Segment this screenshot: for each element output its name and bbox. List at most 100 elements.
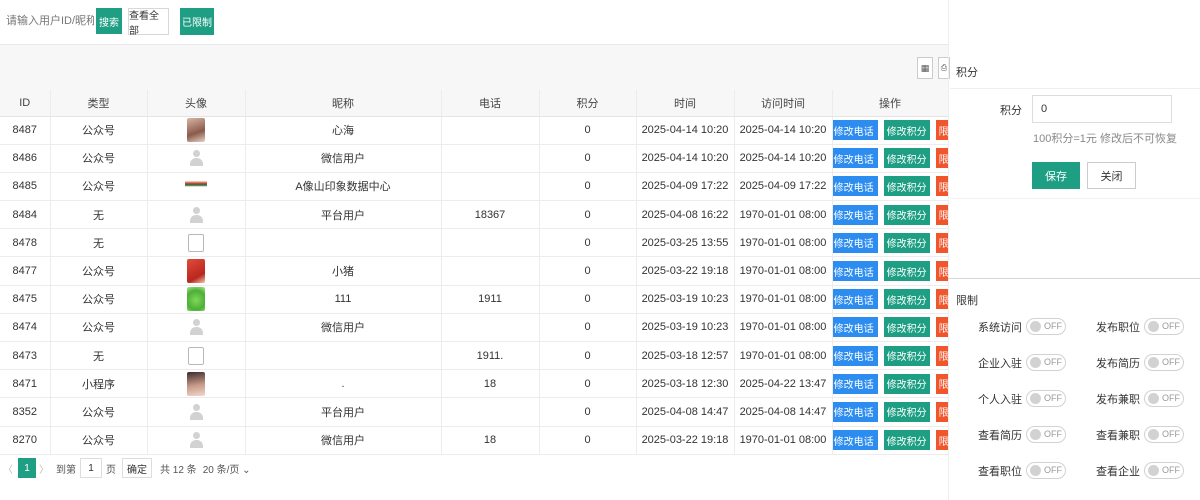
edit-phone-button[interactable]: ✓ 修改电话 <box>832 430 878 451</box>
close-button[interactable]: 关闭 <box>1087 162 1136 189</box>
points-input[interactable] <box>1032 95 1172 123</box>
cell-type: 无 <box>50 228 148 258</box>
edit-phone-button[interactable]: ✓ 修改电话 <box>832 204 878 225</box>
edit-points-button[interactable]: 修改积分 <box>883 261 930 282</box>
cell-id: 8484 <box>0 200 51 230</box>
page-size-select[interactable]: 20 条/页 ⌄ <box>203 461 251 476</box>
limit-button[interactable]: 限制 <box>935 261 947 282</box>
goto-confirm-button[interactable]: 确定 <box>122 458 152 478</box>
table-row: 8485 公众号 A像山印象数据中心 0 2025-04-09 17:22 2025-04… <box>0 172 949 202</box>
edit-points-button[interactable]: 修改积分 <box>883 317 930 338</box>
toggle-state: OFF <box>1162 393 1180 403</box>
edit-phone-button[interactable]: ✓ 修改电话 <box>832 317 878 338</box>
limit-toggle-row: 企业入驻 OFF <box>974 354 1066 371</box>
limit-button[interactable]: 限制 <box>935 317 947 338</box>
cell-type: 公众号 <box>50 285 148 314</box>
edit-points-button[interactable]: 修改积分 <box>883 430 930 451</box>
goto-page-input[interactable] <box>80 458 102 478</box>
edit-phone-button[interactable]: ✓ 修改电话 <box>832 261 878 282</box>
cell-id: 8477 <box>0 256 51 286</box>
cell-nickname: 微信用户 <box>245 144 442 173</box>
edit-points-button[interactable]: 修改积分 <box>883 232 930 253</box>
edit-phone-button[interactable]: ✓ 修改电话 <box>832 345 878 366</box>
toggle-label: 个人入驻 <box>978 393 1022 406</box>
cell-id: 8270 <box>0 426 51 455</box>
limit-button[interactable]: 限制 <box>935 401 947 422</box>
limit-button[interactable]: 限制 <box>935 289 947 310</box>
prev-page-icon[interactable]: 〈 <box>0 461 16 476</box>
edit-points-button[interactable]: 修改积分 <box>883 345 930 366</box>
view-all-button[interactable]: 查看全部 <box>128 8 169 37</box>
limit-button[interactable]: 限制 <box>935 232 947 253</box>
limit-button[interactable]: 限制 <box>935 120 947 141</box>
edit-phone-button[interactable]: ✓ 修改电话 <box>832 176 878 197</box>
edit-points-button[interactable]: 修改积分 <box>883 176 930 197</box>
toggle-switch[interactable]: OFF <box>1026 426 1066 443</box>
column-filter-icon[interactable]: ▦ <box>917 57 933 79</box>
col-header-time: 时间 <box>636 90 735 117</box>
toggle-state: OFF <box>1044 429 1062 439</box>
edit-phone-button[interactable]: ✓ 修改电话 <box>832 120 878 141</box>
table-row: 8270 公众号 微信用户 18 0 2025-03-22 19:18 1970-01-01… <box>0 426 949 455</box>
limit-button[interactable]: 限制 <box>935 204 947 225</box>
cell-nickname: 平台用户 <box>245 200 442 230</box>
toggle-switch[interactable]: OFF <box>1026 462 1066 479</box>
toggle-switch[interactable]: OFF <box>1144 318 1184 335</box>
avatar <box>188 233 204 252</box>
limit-button[interactable]: 限制 <box>935 430 947 451</box>
limit-button[interactable]: 限制 <box>935 176 947 197</box>
restricted-filter-button[interactable]: 已限制 <box>180 8 214 35</box>
cell-time: 2025-03-19 10:23 <box>636 285 735 314</box>
toggle-label: 发布兼职 <box>1096 393 1140 406</box>
limit-toggle-row: 查看企业 OFF <box>1092 462 1184 479</box>
edit-points-button[interactable]: 修改积分 <box>883 401 930 422</box>
toggle-switch[interactable]: OFF <box>1026 390 1066 407</box>
toggle-label: 查看兼职 <box>1096 429 1140 442</box>
limit-button[interactable]: 限制 <box>935 148 947 169</box>
cell-actions: ✓ 修改电话修改积分限制 <box>832 285 949 314</box>
cell-time: 2025-04-08 14:47 <box>636 397 735 427</box>
cell-points: 0 <box>539 341 637 371</box>
edit-phone-button[interactable]: ✓ 修改电话 <box>832 232 878 253</box>
avatar <box>187 259 205 284</box>
toggle-switch[interactable]: OFF <box>1144 426 1184 443</box>
edit-phone-button[interactable]: ✓ 修改电话 <box>832 148 878 169</box>
toggle-knob <box>1148 321 1159 332</box>
edit-phone-button[interactable]: ✓ 修改电话 <box>832 289 878 310</box>
toggle-switch[interactable]: OFF <box>1026 354 1066 371</box>
page-1-button[interactable]: 1 <box>18 458 36 478</box>
edit-phone-button[interactable]: ✓ 修改电话 <box>832 401 878 422</box>
edit-phone-button[interactable]: ✓ 修改电话 <box>832 373 878 394</box>
toggle-switch[interactable]: OFF <box>1026 318 1066 335</box>
cell-nickname <box>245 341 442 371</box>
cell-actions: ✓ 修改电话修改积分限制 <box>832 228 949 258</box>
toggle-switch[interactable]: OFF <box>1144 354 1184 371</box>
pagination: 〈 1 〉 到第 页 确定 共 12 条 20 条/页 ⌄ <box>0 457 948 479</box>
cell-phone <box>441 144 540 173</box>
edit-points-button[interactable]: 修改积分 <box>883 120 930 141</box>
limit-button[interactable]: 限制 <box>935 345 947 366</box>
cell-id: 8487 <box>0 116 51 145</box>
cell-nickname: . <box>245 369 442 399</box>
toggle-state: OFF <box>1044 357 1062 367</box>
limit-button[interactable]: 限制 <box>935 373 947 394</box>
search-input[interactable] <box>0 8 94 34</box>
col-header-nickname: 昵称 <box>245 90 442 117</box>
toggle-state: OFF <box>1044 321 1062 331</box>
edit-points-button[interactable]: 修改积分 <box>883 148 930 169</box>
toggle-state: OFF <box>1162 429 1180 439</box>
next-page-icon[interactable]: 〉 <box>36 461 52 476</box>
edit-points-button[interactable]: 修改积分 <box>883 204 930 225</box>
toggle-switch[interactable]: OFF <box>1144 462 1184 479</box>
cell-id: 8474 <box>0 313 51 343</box>
search-button[interactable]: 搜索 <box>96 8 122 34</box>
cell-points: 0 <box>539 172 637 202</box>
edit-points-button[interactable]: 修改积分 <box>883 289 930 310</box>
cell-time: 2025-03-18 12:57 <box>636 341 735 371</box>
toggle-label: 查看企业 <box>1096 465 1140 478</box>
edit-points-button[interactable]: 修改积分 <box>883 373 930 394</box>
toggle-label: 企业入驻 <box>978 357 1022 370</box>
cell-actions: ✓ 修改电话修改积分限制 <box>832 116 949 145</box>
save-button[interactable]: 保存 <box>1032 162 1080 189</box>
toggle-switch[interactable]: OFF <box>1144 390 1184 407</box>
